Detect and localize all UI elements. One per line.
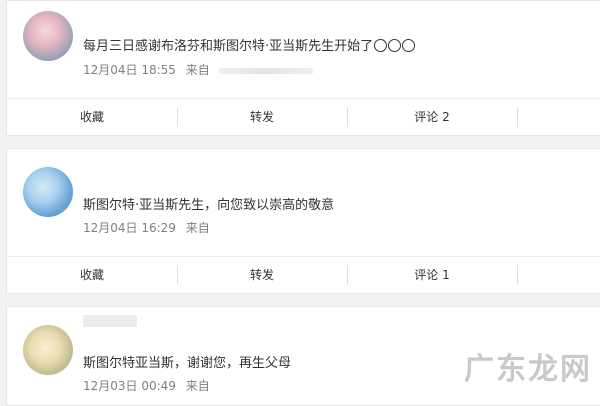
emoji-face-icon (374, 39, 388, 52)
avatar[interactable] (23, 325, 73, 375)
repost-button[interactable]: 转发 (177, 99, 347, 135)
emoji-face-icon (402, 39, 416, 52)
repost-button[interactable]: 转发 (177, 257, 347, 293)
site-watermark: 广东龙网 (464, 352, 592, 387)
post-text: 每月三日感谢布洛芬和斯图尔特·亚当斯先生开始了 (83, 35, 416, 54)
post-date[interactable]: 12月04日 18:55 (83, 63, 176, 77)
like-button[interactable] (517, 257, 597, 293)
post-toolbar: 收藏 转发 评论 1 (7, 256, 600, 293)
like-button[interactable] (517, 99, 597, 135)
favorite-button[interactable]: 收藏 (7, 257, 177, 293)
source-redacted (217, 67, 314, 74)
source-label: 来自 (185, 379, 210, 393)
post-toolbar: 收藏 转发 评论 2 (7, 98, 600, 135)
post-text: 斯图尔特·亚当斯先生，向您致以崇高的敬意 (83, 194, 334, 213)
post-meta: 12月04日 18:55 来自 (83, 61, 314, 78)
comment-button[interactable]: 评论 1 (347, 257, 517, 293)
emoji-face-icon (388, 39, 402, 52)
source-label: 来自 (185, 63, 210, 77)
post-message: 斯图尔特·亚当斯先生，向您致以崇高的敬意 (83, 198, 335, 213)
post-text: 斯图尔特亚当斯，谢谢您，再生父母 (83, 352, 291, 371)
post-meta: 12月03日 00:49 来自 (83, 377, 210, 394)
avatar[interactable] (23, 11, 73, 61)
post-date[interactable]: 12月03日 00:49 (83, 379, 176, 393)
source-label: 来自 (185, 221, 210, 235)
post-date[interactable]: 12月04日 16:29 (83, 221, 176, 235)
post-card: 每月三日感谢布洛芬和斯图尔特·亚当斯先生开始了 12月04日 18:55 来自 … (6, 0, 600, 136)
favorite-button[interactable]: 收藏 (7, 99, 177, 135)
comment-button[interactable]: 评论 2 (347, 99, 517, 135)
post-message: 每月三日感谢布洛芬和斯图尔特·亚当斯先生开始了 (83, 39, 374, 54)
post-card: 斯图尔特·亚当斯先生，向您致以崇高的敬意 12月04日 16:29 来自 收藏 … (6, 148, 600, 294)
post-meta: 12月04日 16:29 来自 (83, 219, 210, 236)
avatar[interactable] (23, 167, 73, 217)
username-redacted (83, 315, 137, 327)
post-message: 斯图尔特亚当斯，谢谢您，再生父母 (83, 356, 292, 371)
